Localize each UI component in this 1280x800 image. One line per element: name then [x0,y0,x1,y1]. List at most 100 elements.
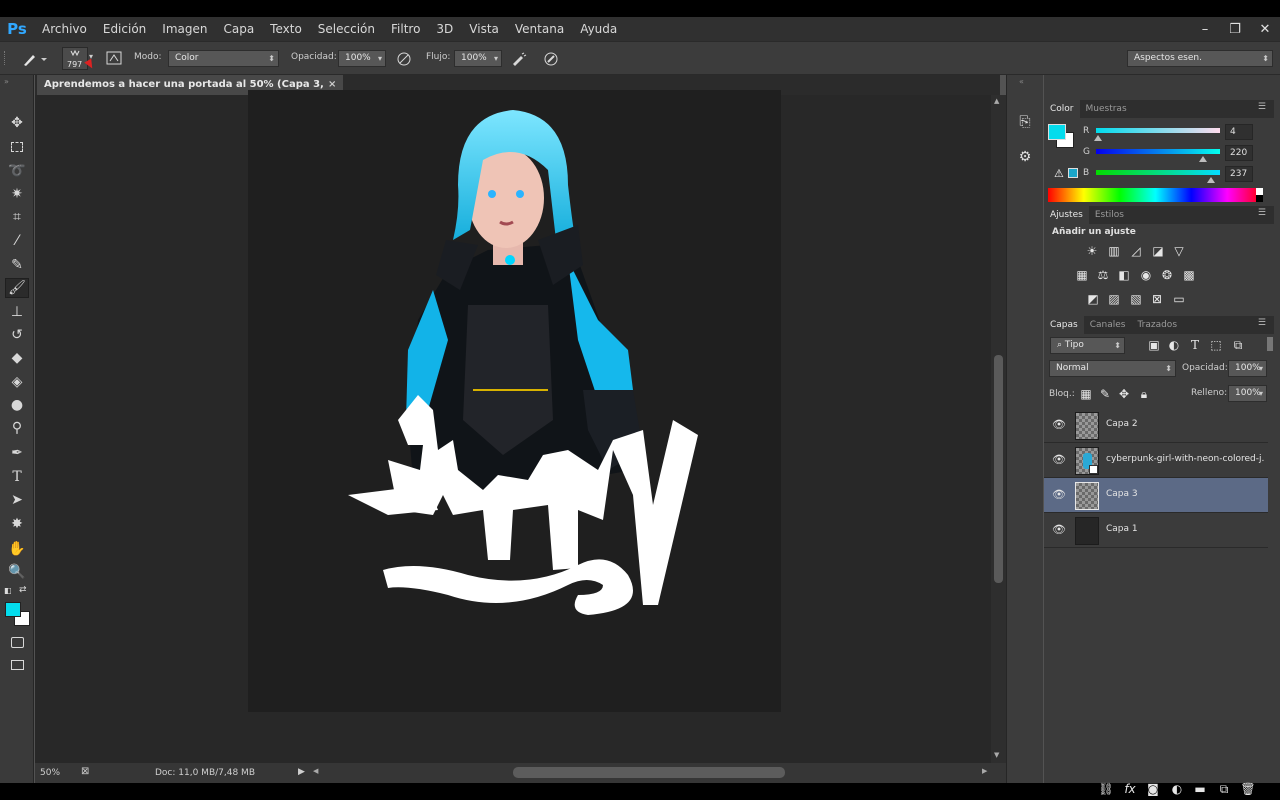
brightness-contrast-icon[interactable]: ☀ [1084,244,1100,258]
layer-row-capa-2[interactable]: 👁︎ Capa 2 [1044,408,1268,443]
paint-bucket-tool[interactable]: ◈ [5,372,29,392]
gradient-map-icon[interactable]: ▭ [1171,292,1187,306]
custom-shape-tool[interactable]: ✸ [5,514,29,534]
hue-saturation-icon[interactable]: ▦ [1074,268,1090,282]
tab-capas[interactable]: Capas [1044,316,1084,334]
filter-shape-icon[interactable]: ⬚ [1208,338,1224,352]
swap-colors-icon[interactable]: ⇄ [19,585,27,595]
new-layer-icon[interactable]: ⧉ [1216,782,1232,796]
workspace-select[interactable]: Aspectos esen. ⬍ [1127,50,1273,67]
scroll-down-icon[interactable]: ▼ [994,751,999,759]
default-colors-icon[interactable]: ◧ [4,586,12,595]
layer-style-icon[interactable]: fx [1122,782,1138,796]
history-brush-tool[interactable]: ↺ [5,325,29,345]
eyedropper-tool[interactable]: ⁄ [5,231,29,251]
filter-type-icon[interactable]: T [1187,338,1203,352]
brush-panel-toggle[interactable] [105,50,123,66]
properties-panel-button[interactable]: ⚙ [1014,147,1036,167]
menu-seleccion[interactable]: Selección [310,17,383,41]
posterize-icon[interactable]: ▨ [1106,292,1122,306]
screen-mode-button[interactable] [5,655,29,675]
brush-preset-picker[interactable] [16,48,52,70]
maximize-button[interactable]: ❐ [1220,17,1250,41]
vertical-scrollbar[interactable]: ▲ ▼ [991,95,1006,763]
menu-edicion[interactable]: Edición [95,17,154,41]
toolbar-collapse-icon[interactable]: » [4,77,9,86]
clone-stamp-tool[interactable]: ⊥ [5,302,29,322]
tab-color[interactable]: Color [1044,100,1080,118]
filter-toggle[interactable] [1267,337,1273,351]
visibility-eye-icon[interactable]: 👁︎ [1052,488,1066,501]
red-slider-handle[interactable] [1093,135,1102,141]
menu-imagen[interactable]: Imagen [154,17,215,41]
out-of-gamut-warning-icon[interactable]: ⚠ [1054,167,1064,180]
close-window-button[interactable]: ✕ [1250,17,1280,41]
pen-tool[interactable]: ✒ [5,443,29,463]
layer-filter-select[interactable]: ⌕ Tipo ⬍ [1050,337,1125,354]
menu-capa[interactable]: Capa [215,17,262,41]
channel-mixer-icon[interactable]: ❂ [1159,268,1175,282]
new-adjustment-layer-icon[interactable]: ◐ [1169,782,1185,796]
filter-adjustment-icon[interactable]: ◐ [1166,338,1182,352]
flow-input[interactable]: 100% ▾ [454,50,502,67]
red-track[interactable] [1096,128,1220,133]
black-white-icon[interactable]: ◧ [1116,268,1132,282]
green-value[interactable]: 220 [1225,145,1253,161]
dock-collapse-icon[interactable]: « [1019,77,1024,86]
status-menu-arrow-icon[interactable]: ▶ [298,767,305,777]
foreground-color-swatch[interactable] [5,602,21,617]
layer-row-capa-1[interactable]: 👁︎ Capa 1 [1044,513,1268,548]
canvas[interactable] [248,90,781,712]
adjustments-panel-menu-icon[interactable]: ☰ [1258,208,1266,218]
path-selection-tool[interactable]: ➤ [5,490,29,510]
opacity-input[interactable]: 100% ▾ [338,50,386,67]
blur-tool[interactable]: ● [5,395,29,415]
filter-pixel-icon[interactable]: ▣ [1146,338,1162,352]
eraser-tool[interactable]: ◆ [5,348,29,368]
visibility-eye-icon[interactable]: 👁︎ [1052,418,1066,431]
lock-all-icon[interactable]: 🔒︎ [1136,387,1152,401]
quick-mask-button[interactable] [5,632,29,652]
menu-filtro[interactable]: Filtro [383,17,428,41]
layer-name[interactable]: Capa 1 [1106,524,1264,534]
green-track[interactable] [1096,149,1220,154]
scroll-left-icon[interactable]: ◀ [313,767,318,775]
tab-estilos[interactable]: Estilos [1089,206,1130,224]
layer-thumbnail[interactable] [1075,517,1099,545]
threshold-icon[interactable]: ▧ [1128,292,1144,306]
photo-filter-icon[interactable]: ◉ [1138,268,1154,282]
green-slider-handle[interactable] [1198,156,1207,162]
pressure-opacity-button[interactable] [394,50,414,68]
type-tool[interactable]: T [5,467,29,487]
blue-slider-handle[interactable] [1207,177,1216,183]
zoom-tool[interactable]: 🔍 [5,562,29,582]
marquee-tool[interactable] [5,137,29,157]
layer-row-capa-3[interactable]: 👁︎ Capa 3 [1044,478,1268,513]
menu-ayuda[interactable]: Ayuda [572,17,625,41]
tab-muestras[interactable]: Muestras [1080,100,1133,118]
status-share-icon[interactable]: ⊠ [81,766,89,777]
menu-archivo[interactable]: Archivo [34,17,95,41]
history-panel-button[interactable]: ⎘ [1014,112,1036,132]
brush-size-picker[interactable]: 797 [62,47,88,70]
tab-canales[interactable]: Canales [1084,316,1132,334]
invert-icon[interactable]: ◩ [1085,292,1101,306]
tab-ajustes[interactable]: Ajustes [1044,206,1089,224]
zoom-level[interactable]: 50% [40,768,60,778]
new-group-icon[interactable]: ▬ [1192,782,1208,796]
filter-smart-object-icon[interactable]: ⧉ [1230,338,1246,352]
horizontal-scroll-thumb[interactable] [513,767,785,778]
blend-mode-select[interactable]: Normal ⬍ [1049,360,1176,377]
gamut-color-swatch[interactable] [1068,168,1078,178]
menu-vista[interactable]: Vista [461,17,507,41]
scroll-up-icon[interactable]: ▲ [994,97,999,105]
fill-input[interactable]: 100% ▾ [1228,385,1267,402]
menu-texto[interactable]: Texto [262,17,310,41]
layers-panel-menu-icon[interactable]: ☰ [1258,318,1266,328]
mode-select[interactable]: Color ⬍ [168,50,279,67]
dodge-tool[interactable]: ⚲ [5,418,29,438]
add-mask-icon[interactable]: ◙ [1145,782,1161,796]
ramp-white-swatch[interactable] [1256,188,1263,195]
color-lookup-icon[interactable]: ▩ [1181,268,1197,282]
menu-ventana[interactable]: Ventana [507,17,572,41]
